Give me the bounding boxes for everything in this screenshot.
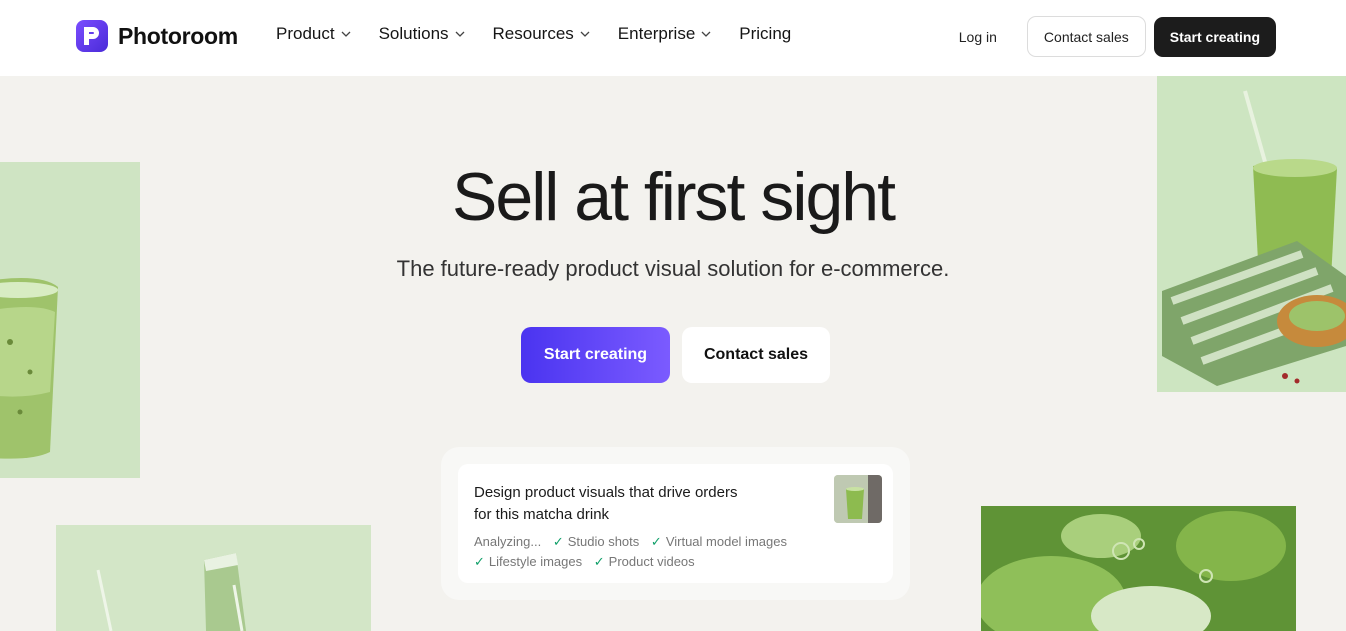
check-icon: ✓ [593,554,605,569]
login-button[interactable]: Log in [937,19,1019,55]
nav-pricing[interactable]: Pricing [739,24,791,44]
brand-name: Photoroom [118,22,238,49]
nav-solutions-label: Solutions [378,24,449,43]
check-icon: ✓ [552,534,564,549]
tag-label: Virtual model images [665,534,787,549]
hero-start-creating-button[interactable]: Start creating [521,327,670,383]
tag-lifestyle-images: ✓ Lifestyle images [474,552,582,572]
start-creating-button[interactable]: Start creating [1153,16,1276,57]
nav-enterprise-label: Enterprise [617,24,696,43]
photoroom-logo-icon [76,20,108,52]
nav-actions: Log in Contact sales Start creating [937,16,1276,57]
nav-pricing-label: Pricing [739,24,792,43]
generation-tags: Analyzing... ✓ Studio shots ✓ Virtual mode… [474,532,834,572]
tag-product-videos: ✓ Product videos [594,552,695,572]
chevron-down-icon [580,31,590,37]
chevron-down-icon [455,31,464,37]
nav-enterprise[interactable]: Enterprise [618,24,711,44]
check-icon: ✓ [650,534,662,549]
nav-solutions[interactable]: Solutions [379,24,465,44]
hero-cta-group: Start creating Contact sales [521,327,830,383]
hero-title: Sell at first sight [452,159,896,235]
hero-subtitle: The future-ready product visual solution… [396,256,950,281]
tag-label: Lifestyle images [488,554,583,569]
chevron-down-icon [701,31,711,37]
logo-link[interactable]: Photoroom [76,20,238,52]
nav-resources-label: Resources [492,24,574,43]
prompt-card[interactable]: Design product visuals that drive orders… [458,464,893,583]
tag-label: Studio shots [567,534,640,549]
contact-sales-button[interactable]: Contact sales [1026,16,1146,57]
tag-studio-shots: ✓ Studio shots [553,532,639,552]
chevron-down-icon [341,31,351,37]
prompt-text: Design product visuals that drive orders… [474,482,794,526]
nav-product[interactable]: Product [276,24,351,44]
nav-product-label: Product [276,24,335,43]
tag-label: Product videos [608,554,695,569]
nav-resources[interactable]: Resources [493,24,590,44]
analyzing-status: Analyzing... [474,534,542,549]
prompt-line-2: for this matcha drink [474,506,610,523]
product-thumbnail [834,475,882,523]
check-icon: ✓ [474,554,485,569]
tag-virtual-model-images: ✓ Virtual model images [651,532,787,552]
matcha-texture-image [981,506,1296,631]
main-menu: Product Solutions Resources Enterprise P… [276,24,819,44]
hero-contact-sales-button[interactable]: Contact sales [682,327,830,383]
top-nav: Photoroom Product Solutions Resources En… [0,0,1346,76]
prompt-line-1: Design product visuals that drive orders [474,484,738,501]
matcha-packaging-image [56,525,371,631]
